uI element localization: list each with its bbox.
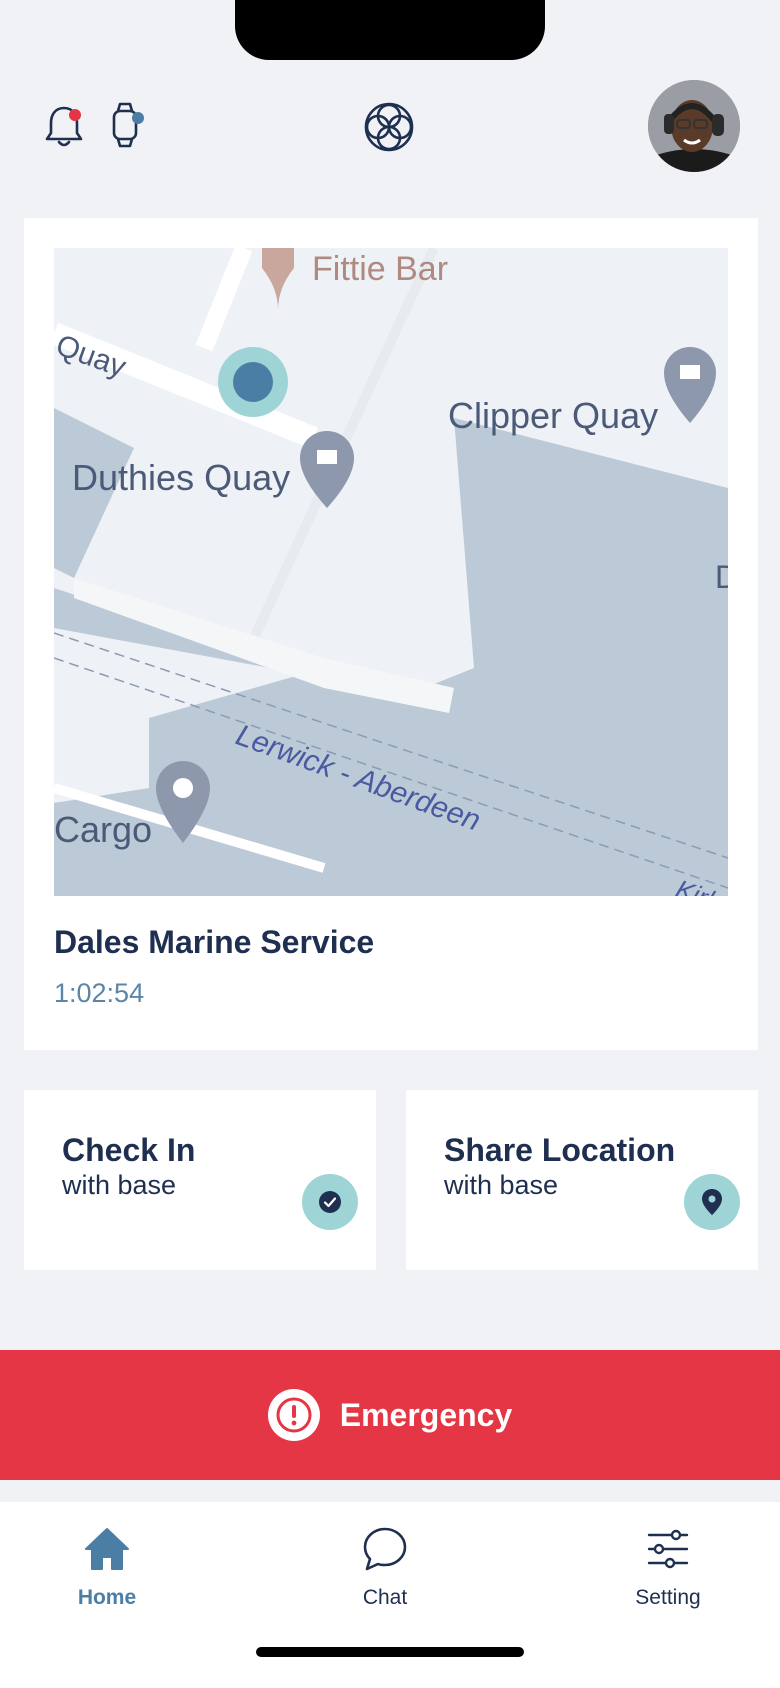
check-in-title: Check In <box>62 1132 196 1168</box>
device-notch <box>235 0 545 60</box>
check-in-subtitle: with base <box>62 1170 177 1200</box>
check-in-card[interactable]: Check In with base <box>24 1090 376 1270</box>
check-icon <box>319 1191 341 1213</box>
app-logo <box>360 98 418 156</box>
share-location-title: Share Location <box>444 1132 676 1168</box>
location-pin-icon <box>702 1189 722 1215</box>
avatar[interactable] <box>648 80 740 172</box>
share-location-button[interactable] <box>684 1174 740 1230</box>
watch-button[interactable] <box>100 98 152 152</box>
avatar-image <box>648 80 740 172</box>
map-label-clipper-quay: Clipper Quay <box>448 395 658 436</box>
notifications-button[interactable] <box>38 100 90 152</box>
map-label-d: D <box>715 559 728 595</box>
app-logo-icon <box>364 102 414 152</box>
top-bar <box>0 70 780 180</box>
current-location-dot <box>233 362 273 402</box>
alert-icon <box>267 1389 320 1441</box>
map-label-duthies-quay: Duthies Quay <box>72 457 290 498</box>
map-label-fittie-bar: Fittie Bar <box>312 250 448 288</box>
tab-setting[interactable]: Setting <box>598 1524 738 1624</box>
tab-home-label: Home <box>77 1586 137 1609</box>
chat-icon <box>363 1527 407 1571</box>
location-card: Fittie Bar Quay Clipper Quay Duthies Qua… <box>24 218 758 1050</box>
tab-chat-label: Chat <box>362 1586 408 1609</box>
share-location-card[interactable]: Share Location with base <box>406 1090 758 1270</box>
tab-chat[interactable]: Chat <box>315 1524 455 1624</box>
emergency-label: Emergency <box>339 1396 513 1433</box>
home-indicator <box>256 1647 524 1657</box>
map-view[interactable]: Fittie Bar Quay Clipper Quay Duthies Qua… <box>54 248 728 896</box>
map-svg: Fittie Bar Quay Clipper Quay Duthies Qua… <box>54 248 728 896</box>
location-name: Dales Marine Service <box>54 924 375 960</box>
emergency-button[interactable]: Emergency <box>0 1350 780 1480</box>
elapsed-time: 1:02:54 <box>54 978 145 1008</box>
tab-home[interactable]: Home <box>37 1524 177 1624</box>
tab-setting-label: Setting <box>635 1586 701 1609</box>
bell-icon <box>45 106 83 147</box>
home-icon <box>85 1528 129 1570</box>
sliders-icon <box>647 1529 689 1569</box>
watch-icon <box>112 102 144 148</box>
map-label-cargo: Cargo <box>54 809 152 850</box>
check-in-button[interactable] <box>302 1174 358 1230</box>
share-location-subtitle: with base <box>444 1170 559 1200</box>
bottom-tab-bar: Home Chat Setting <box>0 1502 780 1688</box>
